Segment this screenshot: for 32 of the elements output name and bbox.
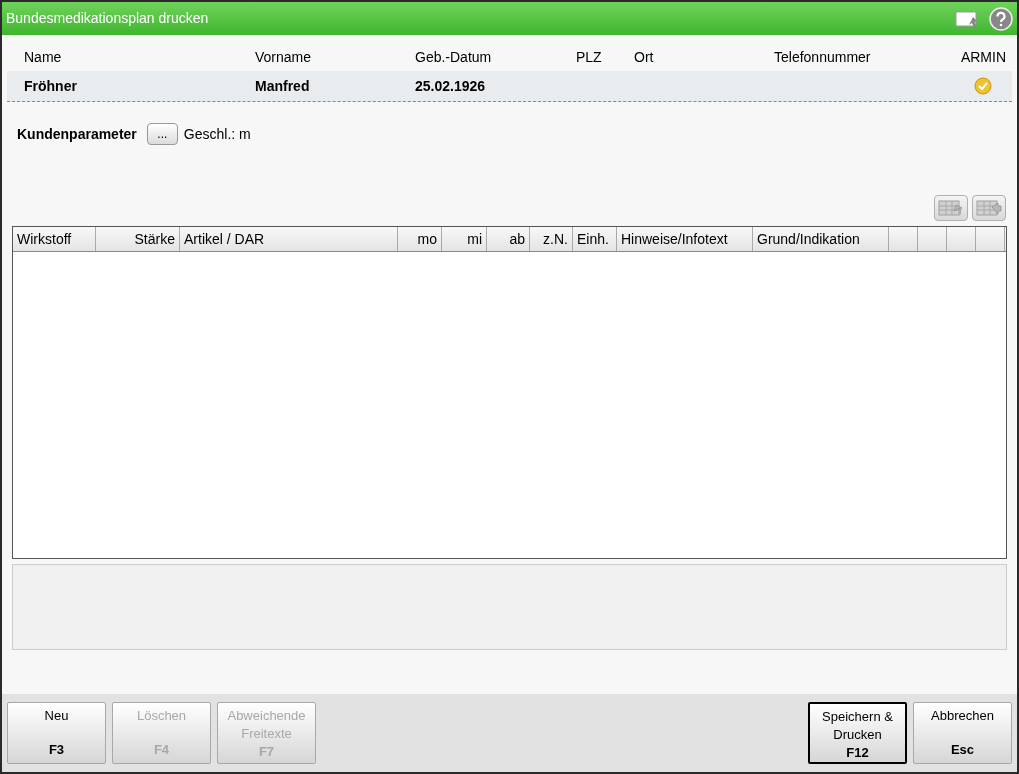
column-header[interactable]: Stärke (96, 227, 180, 251)
help-icon[interactable] (989, 6, 1013, 31)
column-label: Vorname (255, 47, 313, 67)
column-label: ARMIN (960, 47, 1006, 67)
gender-text: Geschl.: m (183, 124, 251, 144)
table-export-icon[interactable] (972, 195, 1006, 221)
birth-date-cell-text: 25.02.1926 (415, 76, 487, 96)
column-label: Geb.-Datum (415, 47, 493, 67)
ellipsis-button[interactable]: ... (146, 123, 178, 145)
function-key-button[interactable]: Speichern & Drucken F12 (808, 702, 907, 764)
check-icon (974, 77, 992, 95)
column-header[interactable]: Grund/Indikation (753, 227, 889, 251)
patient-row[interactable]: Fröhner Manfred 25.02.1926 (7, 71, 1012, 102)
column-header[interactable]: ab (487, 227, 530, 251)
name-cell-text: Fröhner (24, 76, 78, 96)
column-label: PLZ (576, 47, 603, 67)
column-header[interactable]: Hinweise/Infotext (617, 227, 753, 251)
column-label: Name (24, 47, 63, 67)
function-key-button[interactable]: Abbrechen Esc (913, 702, 1012, 764)
section-label: Kundenparameter (17, 124, 137, 144)
table-import-icon[interactable] (934, 195, 968, 221)
function-key-button[interactable]: Neu F3 (7, 702, 106, 764)
column-header[interactable]: mo (398, 227, 442, 251)
column-header[interactable]: mi (442, 227, 487, 251)
column-header[interactable]: Artikel / DAR (180, 227, 398, 251)
column-header[interactable]: Einh. (573, 227, 617, 251)
window-title: Bundesmedikationsplan drucken (6, 9, 210, 28)
column-header[interactable]: Wirkstoff (13, 227, 96, 251)
column-label: Ort (634, 47, 655, 67)
column-label: Telefonnummer (774, 47, 872, 67)
first-name-cell-text: Manfred (255, 76, 311, 96)
column-header[interactable]: z.N. (530, 227, 573, 251)
